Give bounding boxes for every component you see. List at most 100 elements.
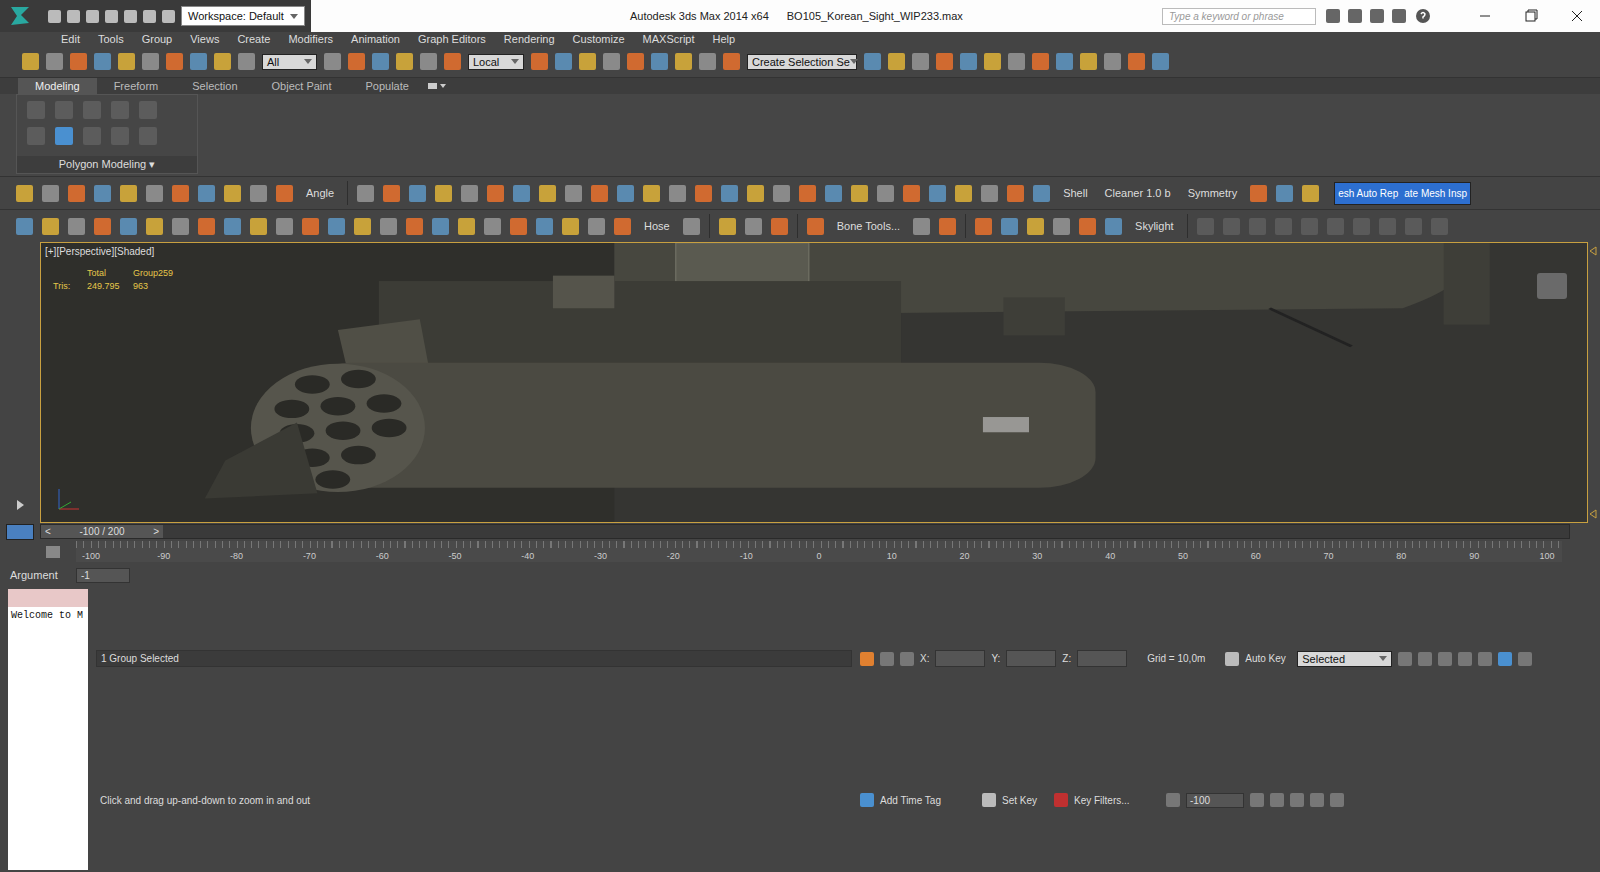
tool-icon[interactable] xyxy=(328,218,345,235)
listener-output[interactable]: Welcome to M xyxy=(8,607,88,870)
tool-icon[interactable] xyxy=(238,53,255,70)
menu-item[interactable]: Group xyxy=(133,32,182,46)
tool-label[interactable]: Cleaner 1.0 b xyxy=(1101,187,1175,199)
tool-icon[interactable] xyxy=(903,185,920,202)
viewcube-icon[interactable] xyxy=(1537,273,1567,299)
tool-icon[interactable] xyxy=(747,185,764,202)
tool-icon[interactable] xyxy=(1079,218,1096,235)
menu-item[interactable]: Create xyxy=(228,32,279,46)
info-center-icon[interactable] xyxy=(1326,9,1340,23)
frame-icon[interactable] xyxy=(1166,793,1180,807)
tool-icon[interactable] xyxy=(539,185,556,202)
tool-icon[interactable] xyxy=(651,53,668,70)
lock-icon[interactable] xyxy=(880,652,894,666)
tool-icon[interactable] xyxy=(42,185,59,202)
mini-curve-toggle[interactable] xyxy=(0,524,40,540)
filter-icon[interactable] xyxy=(46,546,60,558)
tool-icon[interactable] xyxy=(354,218,371,235)
tool-icon[interactable] xyxy=(939,218,956,235)
tool-icon[interactable] xyxy=(955,185,972,202)
ribbon-tool-icon[interactable] xyxy=(55,101,73,119)
tool-icon[interactable] xyxy=(683,218,700,235)
restore-icon[interactable] xyxy=(1508,1,1554,31)
argument-spinner[interactable]: -1 xyxy=(76,568,130,583)
key-icon[interactable] xyxy=(1225,652,1239,666)
tool-icon[interactable] xyxy=(276,218,293,235)
ribbon-options-icon[interactable] xyxy=(426,80,448,92)
menu-item[interactable]: Rendering xyxy=(495,32,564,46)
ribbon-tool-icon[interactable] xyxy=(27,101,45,119)
isolate-icon[interactable] xyxy=(860,652,874,666)
tool-icon[interactable] xyxy=(302,218,319,235)
tool-icon[interactable] xyxy=(142,53,159,70)
tool-icon[interactable] xyxy=(1405,218,1422,235)
tool-icon[interactable] xyxy=(16,218,33,235)
ribbon-tab[interactable]: Object Paint xyxy=(255,78,349,94)
menu-item[interactable]: Edit xyxy=(52,32,89,46)
tool-icon[interactable] xyxy=(936,53,953,70)
max-logo-icon[interactable] xyxy=(0,0,40,32)
tool-icon[interactable] xyxy=(172,218,189,235)
tool-icon[interactable] xyxy=(1379,218,1396,235)
tool-icon[interactable] xyxy=(929,185,946,202)
time-tag-icon[interactable] xyxy=(860,793,874,807)
tool-icon[interactable] xyxy=(250,185,267,202)
tool-icon[interactable] xyxy=(357,185,374,202)
tool-icon[interactable] xyxy=(579,53,596,70)
next-frame-button[interactable]: > xyxy=(153,526,159,537)
tool-label[interactable]: Symmetry xyxy=(1184,187,1242,199)
tool-icon[interactable] xyxy=(1275,218,1292,235)
tool-icon[interactable] xyxy=(383,185,400,202)
tool-label[interactable]: Skylight xyxy=(1131,220,1178,232)
playback-icon[interactable] xyxy=(1398,652,1412,666)
key-filters-button[interactable]: Key Filters... xyxy=(1074,795,1160,806)
tool-icon[interactable] xyxy=(888,53,905,70)
playback-icon[interactable] xyxy=(1458,652,1472,666)
tool-icon[interactable] xyxy=(1007,185,1024,202)
tool-icon[interactable] xyxy=(851,185,868,202)
tool-icon[interactable] xyxy=(372,53,389,70)
tool-icon[interactable] xyxy=(799,185,816,202)
tool-icon[interactable] xyxy=(146,218,163,235)
perspective-viewport[interactable]: [+][Perspective][Shaded] Total Group259 … xyxy=(40,242,1588,523)
tool-icon[interactable] xyxy=(1104,53,1121,70)
ribbon-tool-icon[interactable] xyxy=(55,127,73,145)
tool-icon[interactable] xyxy=(406,218,423,235)
info-center-icon[interactable] xyxy=(1370,9,1384,23)
tool-icon[interactable] xyxy=(960,53,977,70)
ribbon-tool-icon[interactable] xyxy=(139,127,157,145)
ribbon-tab[interactable]: Populate xyxy=(348,78,425,94)
x-field[interactable] xyxy=(935,650,985,667)
tool-icon[interactable] xyxy=(617,185,634,202)
time-slider-thumb[interactable]: < -100 / 200 > xyxy=(41,525,163,538)
tool-icon[interactable] xyxy=(699,53,716,70)
tool-icon[interactable] xyxy=(118,53,135,70)
tool-icon[interactable] xyxy=(172,185,189,202)
tool-icon[interactable] xyxy=(435,185,452,202)
tool-icon[interactable] xyxy=(1197,218,1214,235)
tool-icon[interactable] xyxy=(250,218,267,235)
tool-icon[interactable] xyxy=(70,53,87,70)
menu-item[interactable]: Modifiers xyxy=(279,32,342,46)
workspace-dropdown[interactable]: Workspace: Default xyxy=(181,6,305,26)
quick-access-icon[interactable] xyxy=(105,10,118,23)
tool-icon[interactable] xyxy=(1128,53,1145,70)
tool-icon[interactable] xyxy=(695,185,712,202)
play-icon[interactable] xyxy=(12,497,28,513)
help-icon[interactable] xyxy=(1414,7,1432,25)
tool-icon[interactable] xyxy=(771,218,788,235)
tool-icon[interactable] xyxy=(487,185,504,202)
tool-icon[interactable] xyxy=(1080,53,1097,70)
tool-icon[interactable] xyxy=(120,185,137,202)
track-ticks[interactable]: -100-90-80-70-60-50-40-30-20-10010203040… xyxy=(76,541,1562,562)
menu-item[interactable]: MAXScript xyxy=(634,32,704,46)
viewport-layout-icon[interactable] xyxy=(1498,652,1512,666)
ribbon-tool-icon[interactable] xyxy=(111,101,129,119)
quick-access-icon[interactable] xyxy=(86,10,99,23)
playback-icon[interactable] xyxy=(1478,652,1492,666)
menu-item[interactable]: Tools xyxy=(89,32,133,46)
listener-input[interactable] xyxy=(8,589,88,607)
tool-icon[interactable] xyxy=(1032,53,1049,70)
ribbon-tool-icon[interactable] xyxy=(139,101,157,119)
set-key-icon[interactable] xyxy=(1054,793,1068,807)
